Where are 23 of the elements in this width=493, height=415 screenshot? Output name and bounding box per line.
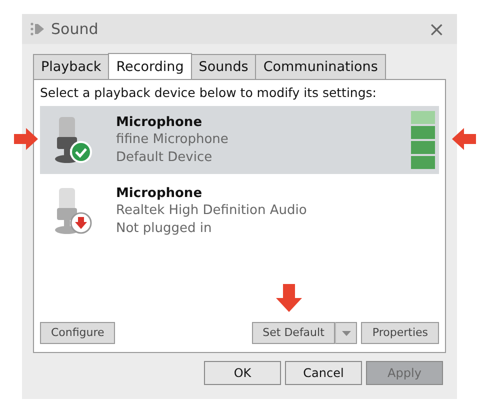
device-detail: fifine Microphone (116, 131, 228, 149)
dialog-button[interactable]: OK (204, 361, 281, 386)
close-button[interactable]: × (424, 19, 449, 39)
dialog-button[interactable]: Cancel (285, 361, 362, 386)
device-name: Microphone (116, 184, 204, 202)
window-title: Sound (51, 18, 98, 40)
device-status: Not plugged in (116, 220, 213, 238)
speaker-icon (30, 20, 45, 38)
caret-icon (342, 330, 351, 336)
instruction-text: Select a playback device below to modify its settings: (40, 84, 378, 102)
device-detail: Realtek High Definition Audio (116, 202, 307, 220)
tab[interactable]: Playback (33, 54, 110, 80)
device-row[interactable]: Microphone fifine Microphone Default Device (40, 106, 439, 174)
tab[interactable]: Recording (108, 53, 192, 80)
device-status: Default Device (116, 148, 214, 166)
dropdown-button[interactable] (335, 322, 358, 344)
device-name: Microphone (116, 114, 204, 132)
tab[interactable]: Sounds (190, 54, 256, 80)
device-row[interactable]: Microphone Realtek High Definition Audio Not plugged in (40, 177, 439, 245)
set-default-button[interactable]: Set Default (252, 322, 336, 344)
tab[interactable]: Communinations (255, 54, 386, 80)
configure-button[interactable]: Configure (40, 322, 116, 344)
properties-button[interactable]: Properties (361, 322, 439, 344)
